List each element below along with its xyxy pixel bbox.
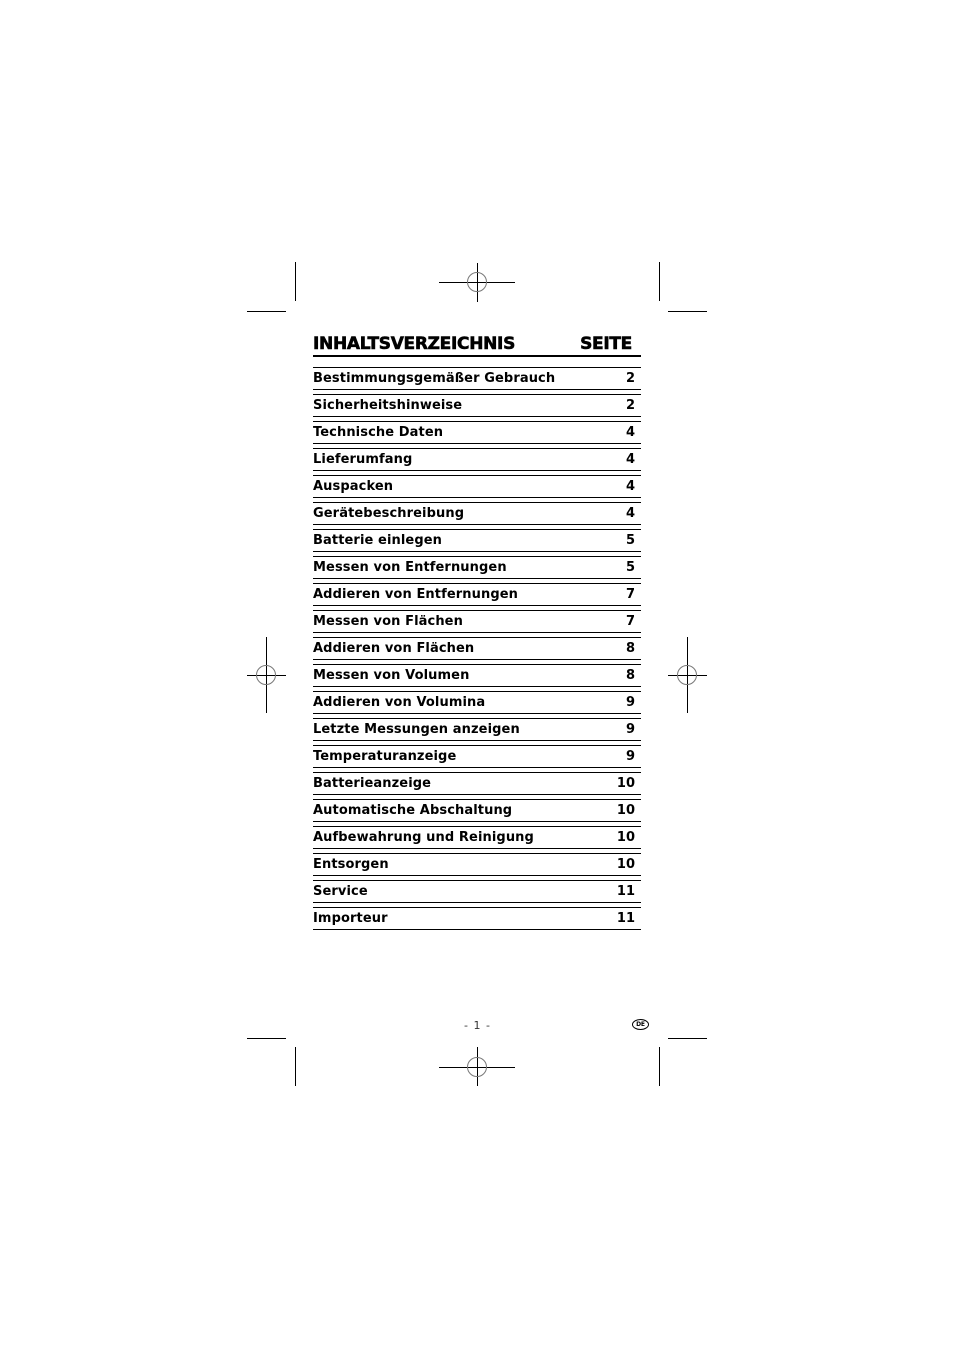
- toc-entry-label: Temperaturanzeige: [313, 749, 457, 764]
- toc-entry-page: 10: [616, 803, 635, 818]
- toc-entry-page: 4: [625, 506, 635, 521]
- crop-mark-top-left-horizontal: [247, 311, 286, 312]
- toc-entry[interactable]: Messen von Flächen 7: [313, 610, 641, 633]
- toc-entry[interactable]: Importeur 11: [313, 907, 641, 930]
- toc-entry-page: 2: [625, 371, 635, 386]
- toc-title: INHALTSVERZEICHNIS: [313, 334, 516, 355]
- toc-entry[interactable]: Technische Daten 4: [313, 421, 641, 444]
- toc-entry-page: 4: [625, 452, 635, 467]
- toc-list: Bestimmungsgemäßer Gebrauch 2 Sicherheitsh…: [313, 367, 641, 930]
- registration-circle-left: [256, 665, 276, 685]
- toc-entry[interactable]: Temperaturanzeige 9: [313, 745, 641, 768]
- toc-entry[interactable]: Lieferumfang 4: [313, 448, 641, 471]
- toc-entry-label: Technische Daten: [313, 425, 444, 440]
- toc-entry-page: 5: [625, 533, 635, 548]
- toc-entry[interactable]: Gerätebeschreibung 4: [313, 502, 641, 525]
- crop-mark-bottom-left-horizontal: [247, 1038, 286, 1039]
- toc-entry-label: Service: [313, 884, 368, 899]
- toc-entry-label: Batterie einlegen: [313, 533, 443, 548]
- page-number: - 1 -: [464, 1019, 491, 1032]
- crop-mark-bottom-right-vertical: [659, 1047, 660, 1086]
- toc-entry-label: Batterieanzeige: [313, 776, 432, 791]
- toc-entry-label: Messen von Flächen: [313, 614, 463, 629]
- toc-entry-label: Lieferumfang: [313, 452, 413, 467]
- toc-entry-label: Addieren von Volumina: [313, 695, 486, 710]
- toc-entry-label: Aufbewahrung und Reinigung: [313, 830, 534, 845]
- toc-header: INHALTSVERZEICHNIS SEITE: [313, 330, 641, 357]
- toc-entry-label: Importeur: [313, 911, 388, 926]
- crop-mark-top-left-vertical: [295, 262, 296, 301]
- toc-entry-page: 11: [616, 884, 635, 899]
- toc-entry-label: Addieren von Entfernungen: [313, 587, 519, 602]
- toc-entry-label: Gerätebeschreibung: [313, 506, 465, 521]
- toc-entry-page: 10: [616, 830, 635, 845]
- toc-entry[interactable]: Batterie einlegen 5: [313, 529, 641, 552]
- toc-entry-label: Letzte Messungen anzeigen: [313, 722, 520, 737]
- toc-entry-page: 7: [625, 614, 635, 629]
- toc-entry[interactable]: Addieren von Flächen 8: [313, 637, 641, 660]
- registration-circle-top: [467, 272, 487, 292]
- toc-entry-page: 8: [625, 668, 635, 683]
- toc-entry-label: Automatische Abschaltung: [313, 803, 513, 818]
- toc-page-column-header: SEITE: [580, 334, 633, 355]
- toc-entry[interactable]: Addieren von Volumina 9: [313, 691, 641, 714]
- toc-entry[interactable]: Entsorgen 10: [313, 853, 641, 876]
- toc-entry-page: 8: [625, 641, 635, 656]
- toc-entry-label: Messen von Volumen: [313, 668, 470, 683]
- toc-entry-page: 9: [625, 722, 635, 737]
- toc-entry[interactable]: Letzte Messungen anzeigen 9: [313, 718, 641, 741]
- toc-entry-label: Entsorgen: [313, 857, 389, 872]
- table-of-contents: INHALTSVERZEICHNIS SEITE Bestimmungsgemä…: [313, 330, 641, 934]
- toc-entry[interactable]: Messen von Volumen 8: [313, 664, 641, 687]
- toc-entry-page: 9: [625, 695, 635, 710]
- toc-entry-page: 7: [625, 587, 635, 602]
- toc-entry[interactable]: Addieren von Entfernungen 7: [313, 583, 641, 606]
- toc-entry-page: 10: [616, 776, 635, 791]
- toc-entry-page: 9: [625, 749, 635, 764]
- toc-entry-label: Addieren von Flächen: [313, 641, 475, 656]
- toc-entry-page: 10: [616, 857, 635, 872]
- toc-entry[interactable]: Messen von Entfernungen 5: [313, 556, 641, 579]
- registration-circle-bottom: [467, 1057, 487, 1077]
- toc-entry[interactable]: Batterieanzeige 10: [313, 772, 641, 795]
- toc-entry[interactable]: Service 11: [313, 880, 641, 903]
- toc-entry-page: 5: [625, 560, 635, 575]
- toc-entry[interactable]: Bestimmungsgemäßer Gebrauch 2: [313, 367, 641, 390]
- toc-entry-page: 4: [625, 479, 635, 494]
- toc-entry-page: 11: [616, 911, 635, 926]
- toc-entry-page: 4: [625, 425, 635, 440]
- registration-circle-right: [677, 665, 697, 685]
- toc-entry[interactable]: Sicherheitshinweise 2: [313, 394, 641, 417]
- toc-entry[interactable]: Aufbewahrung und Reinigung 10: [313, 826, 641, 849]
- crop-mark-bottom-right-horizontal: [668, 1038, 707, 1039]
- crop-mark-bottom-left-vertical: [295, 1047, 296, 1086]
- crop-mark-top-right-horizontal: [668, 311, 707, 312]
- language-badge: DE: [632, 1019, 649, 1030]
- toc-entry-label: Messen von Entfernungen: [313, 560, 507, 575]
- toc-entry[interactable]: Automatische Abschaltung 10: [313, 799, 641, 822]
- toc-entry-label: Sicherheitshinweise: [313, 398, 463, 413]
- toc-entry-label: Auspacken: [313, 479, 394, 494]
- toc-entry-label: Bestimmungsgemäßer Gebrauch: [313, 371, 556, 386]
- toc-entry[interactable]: Auspacken 4: [313, 475, 641, 498]
- toc-entry-page: 2: [625, 398, 635, 413]
- crop-mark-top-right-vertical: [659, 262, 660, 301]
